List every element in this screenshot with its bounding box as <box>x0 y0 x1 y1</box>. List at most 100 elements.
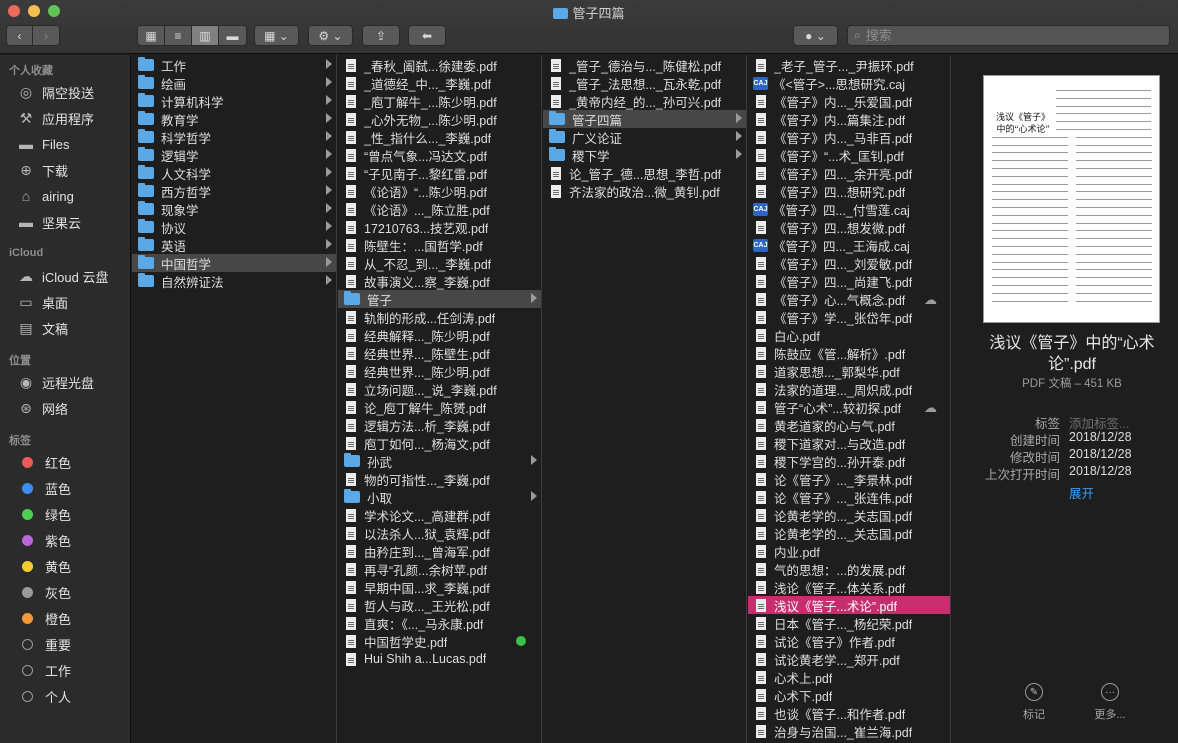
column-3[interactable]: _管子_德治与..._陈健松.pdf _管子_法思想..._瓦永乾.pdf _黄帝内… <box>543 55 747 743</box>
file-row[interactable]: 经典世界..._陈壁生.pdf <box>338 344 541 362</box>
folder-row[interactable]: 管子四篇 <box>543 110 746 128</box>
file-row[interactable]: 再寻“孔颜...余树苹.pdf <box>338 560 541 578</box>
file-row[interactable]: _庖丁解牛_...陈少明.pdf <box>338 92 541 110</box>
file-row[interactable]: 《管子》“...术_匡钊.pdf <box>748 146 950 164</box>
file-row[interactable]: 《管子》内..._乐爱国.pdf <box>748 92 950 110</box>
folder-row[interactable]: 逻辑学 <box>132 146 336 164</box>
sidebar-tag-item[interactable]: 橙色 <box>18 608 71 628</box>
file-row[interactable]: 《管子》内..._马非百.pdf <box>748 128 950 146</box>
icon-view-button[interactable]: ▦ <box>138 26 165 45</box>
group-button[interactable]: ▦ ⌄ <box>254 25 299 46</box>
search-input[interactable] <box>865 28 1146 43</box>
file-row[interactable]: 直爽：《..._马永康.pdf <box>338 614 541 632</box>
file-row[interactable]: 心术下.pdf <box>748 686 950 704</box>
file-row[interactable]: CAJ 《<管子>...思想研究.caj <box>748 74 950 92</box>
file-row[interactable]: 稷下学宫的...孙开泰.pdf <box>748 452 950 470</box>
gallery-view-button[interactable]: ▬ <box>219 26 246 45</box>
sidebar-tag-item[interactable]: 灰色 <box>18 582 71 602</box>
file-row[interactable]: 道家思想..._郭梨华.pdf <box>748 362 950 380</box>
file-row[interactable]: 陈壁生：...国哲学.pdf <box>338 236 541 254</box>
folder-row[interactable]: 自然辨证法 <box>132 272 336 290</box>
file-row[interactable]: 浅议《管子...术论”.pdf <box>748 596 950 614</box>
sidebar-item[interactable]: ◉ 远程光盘 <box>17 372 94 392</box>
file-row[interactable]: CAJ 《管子》四..._付雪莲.caj <box>748 200 950 218</box>
sidebar-item[interactable]: ▭ 桌面 <box>17 292 68 312</box>
file-row[interactable]: 轨制的形成...任剑涛.pdf <box>338 308 541 326</box>
folder-row[interactable]: 协议 <box>132 218 336 236</box>
file-row[interactable]: 经典世界..._陈少明.pdf <box>338 362 541 380</box>
file-row[interactable]: 气的思想：...的发展.pdf <box>748 560 950 578</box>
file-row[interactable]: 治身与治国..._崔兰海.pdf <box>748 722 950 740</box>
file-row[interactable]: 立场问题..._说_李巍.pdf <box>338 380 541 398</box>
file-row[interactable]: 法家的道理..._周炽成.pdf <box>748 380 950 398</box>
folder-row[interactable]: 小取 <box>338 488 541 506</box>
sidebar-tag-item[interactable]: 绿色 <box>18 504 71 524</box>
file-row[interactable]: 《管子》心...气概念.pdf ☁ <box>748 290 950 308</box>
file-row[interactable]: “子见南子...黎红雷.pdf <box>338 164 541 182</box>
file-row[interactable]: 试论黄老学..._郑开.pdf <box>748 650 950 668</box>
forward-button[interactable]: › <box>33 26 59 45</box>
folder-row[interactable]: 工作 <box>132 56 336 74</box>
list-view-button[interactable]: ≡ <box>165 26 192 45</box>
folder-row[interactable]: 教育学 <box>132 110 336 128</box>
file-row[interactable]: _管子_德治与..._陈健松.pdf <box>543 56 746 74</box>
sidebar-tag-item[interactable]: 红色 <box>18 452 71 472</box>
file-row[interactable]: 论《管子》..._张连伟.pdf <box>748 488 950 506</box>
folder-row[interactable]: 科学哲学 <box>132 128 336 146</box>
file-row[interactable]: 内业.pdf <box>748 542 950 560</box>
file-row[interactable]: 从_不忍_到..._李巍.pdf <box>338 254 541 272</box>
file-row[interactable]: 故事演义...察_李巍.pdf <box>338 272 541 290</box>
file-row[interactable]: _黄帝内经_的..._孙可兴.pdf <box>543 92 746 110</box>
show-more-link[interactable]: 展开 <box>1069 483 1094 502</box>
sidebar-item[interactable]: ⚒ 应用程序 <box>17 108 94 128</box>
file-row[interactable]: 浅论《管子...体关系.pdf <box>748 578 950 596</box>
folder-row[interactable]: 西方哲学 <box>132 182 336 200</box>
file-row[interactable]: 论_管子_德...思想_李哲.pdf <box>543 164 746 182</box>
file-row[interactable]: _老子_管子..._尹振环.pdf <box>748 56 950 74</box>
file-row[interactable]: 《论语》“...陈少明.pdf <box>338 182 541 200</box>
file-row[interactable]: 中国哲学史.pdf <box>338 632 541 650</box>
file-row[interactable]: 逻辑方法...析_李巍.pdf <box>338 416 541 434</box>
file-row[interactable]: _春秋_阖弑...徐建委.pdf <box>338 56 541 74</box>
share-button[interactable]: ⇪ <box>362 25 400 46</box>
sidebar-tag-item[interactable]: 黄色 <box>18 556 71 576</box>
folder-row[interactable]: 管子 <box>338 290 541 308</box>
file-row[interactable]: 陈鼓应《管...解析》.pdf <box>748 344 950 362</box>
sidebar-item[interactable]: ⌂ airing <box>17 186 74 206</box>
file-row[interactable]: 试论《管子》作者.pdf <box>748 632 950 650</box>
markup-button[interactable]: ✎ 标记 <box>1004 683 1064 722</box>
file-row[interactable]: 《管子》四...想发微.pdf <box>748 218 950 236</box>
file-row[interactable]: _管子_法思想..._瓦永乾.pdf <box>543 74 746 92</box>
file-row[interactable]: 黄老道家的心与气.pdf <box>748 416 950 434</box>
file-row[interactable]: 学术论文..._高建群.pdf <box>338 506 541 524</box>
sidebar-tag-item[interactable]: 重要 <box>18 634 71 654</box>
folder-row[interactable]: 广义论证 <box>543 128 746 146</box>
folder-row[interactable]: 计算机科学 <box>132 92 336 110</box>
file-row[interactable]: 论黄老学的..._关志国.pdf <box>748 506 950 524</box>
sidebar-item[interactable]: ▬ 坚果云 <box>17 212 81 232</box>
file-row[interactable]: 由矜庄到..._曾海军.pdf <box>338 542 541 560</box>
file-row[interactable]: 心术上.pdf <box>748 668 950 686</box>
file-row[interactable]: 物的可指性..._李巍.pdf <box>338 470 541 488</box>
file-row[interactable]: 论_庖丁解牛_陈赟.pdf <box>338 398 541 416</box>
sidebar-item[interactable]: ◎ 隔空投送 <box>17 82 94 102</box>
sidebar-item[interactable]: ☁ iCloud 云盘 <box>17 266 108 286</box>
column-1[interactable]: 工作 绘画 计算机科学 教育学 科学哲学 逻辑学 人文科学 西方哲学 现象学 协议 英语 中国哲学 自然… <box>132 55 337 743</box>
file-row[interactable]: _心外无物_...陈少明.pdf <box>338 110 541 128</box>
file-row[interactable]: 哲人与政..._王光松.pdf <box>338 596 541 614</box>
file-row[interactable]: 17210763...技艺观.pdf <box>338 218 541 236</box>
document-thumbnail[interactable]: 浅议《管子》中的“心术论” <box>983 75 1160 323</box>
folder-row[interactable]: 绘画 <box>132 74 336 92</box>
folder-row[interactable]: 人文科学 <box>132 164 336 182</box>
search-field[interactable]: ⌕ <box>847 25 1170 46</box>
file-row[interactable]: _道德经_中..._李巍.pdf <box>338 74 541 92</box>
sidebar-item[interactable]: ▬ Files <box>17 134 69 154</box>
sidebar-tag-item[interactable]: 个人 <box>18 686 71 706</box>
file-row[interactable]: Hui Shih a...Lucas.pdf <box>338 650 541 668</box>
sidebar-item[interactable]: ⊕ 下载 <box>17 160 68 180</box>
file-row[interactable]: 稷下道家对...与改造.pdf <box>748 434 950 452</box>
more-button[interactable]: ··· 更多... <box>1080 683 1140 722</box>
sidebar-item[interactable]: ⊛ 网络 <box>17 398 68 418</box>
file-row[interactable]: 《管子》四...想研究.pdf <box>748 182 950 200</box>
action-button[interactable]: ⚙ ⌄ <box>308 25 353 46</box>
